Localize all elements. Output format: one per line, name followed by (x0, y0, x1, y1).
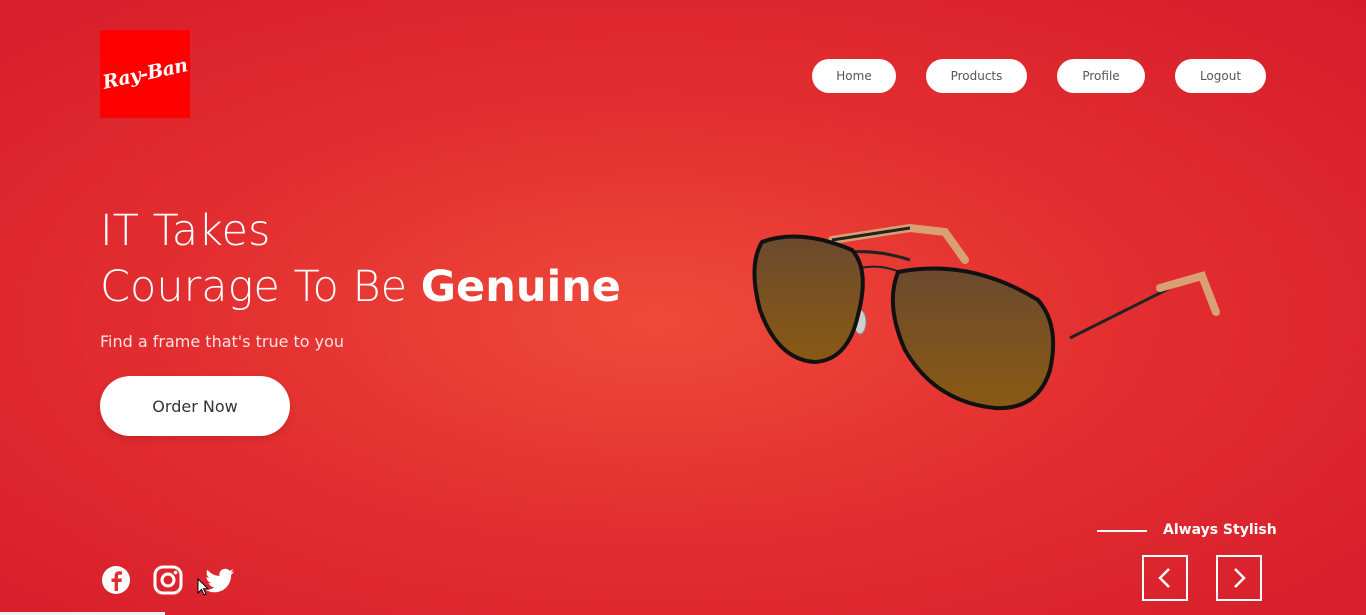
hero-subtitle: Find a frame that's true to you (100, 332, 345, 351)
chevron-left-icon (1158, 568, 1170, 588)
tagline-divider (1097, 530, 1147, 532)
sunglasses-product-image (752, 223, 1220, 411)
chevron-right-icon (1234, 568, 1246, 588)
hero-line-1: IT Takes (100, 206, 271, 256)
order-now-button[interactable]: Order Now (100, 376, 290, 436)
nav-profile-button[interactable]: Profile (1057, 59, 1145, 93)
hero-line-2-prefix: Courage To Be (100, 262, 421, 312)
slider-next-button[interactable] (1216, 555, 1262, 601)
facebook-icon[interactable] (100, 564, 132, 596)
nav-products-button[interactable]: Products (926, 59, 1027, 93)
instagram-icon[interactable] (152, 564, 184, 596)
nav-home-button[interactable]: Home (812, 59, 896, 93)
main-nav: Home Products Profile Logout (0, 59, 1366, 93)
hero-heading: IT Takes Courage To Be Genuine (100, 203, 621, 315)
nav-logout-button[interactable]: Logout (1175, 59, 1266, 93)
tagline-text: Always Stylish (1163, 522, 1277, 538)
hero-line-2-bold: Genuine (420, 262, 621, 312)
slider-prev-button[interactable] (1142, 555, 1188, 601)
mouse-cursor-icon (197, 578, 209, 596)
